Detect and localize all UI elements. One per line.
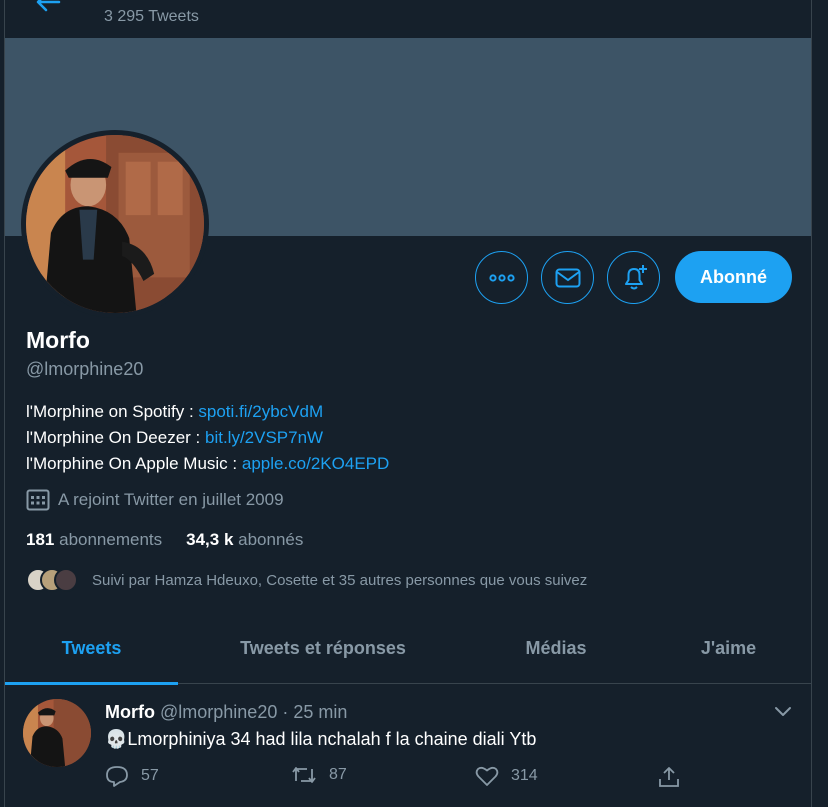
following-button[interactable]: Abonné <box>675 251 792 303</box>
tweet-header: Morfo @lmorphine20 · 25 min <box>105 702 347 723</box>
tweet-avatar[interactable] <box>23 699 91 767</box>
chevron-down-icon[interactable] <box>773 704 793 718</box>
tweet-time[interactable]: 25 min <box>293 702 347 722</box>
bio-link-deezer[interactable]: bit.ly/2VSP7nW <box>205 428 323 447</box>
bio-line: l'Morphine on Spotify : spoti.fi/2ybcVdM <box>26 399 389 425</box>
bio-text: l'Morphine On Deezer : <box>26 428 205 447</box>
profile-column: 3 295 Tweets Abonné Morfo @lmorphine20 l… <box>4 0 812 807</box>
tab-likes[interactable]: J'aime <box>644 612 811 684</box>
bio-line: l'Morphine On Deezer : bit.ly/2VSP7nW <box>26 425 389 451</box>
profile-avatar[interactable] <box>21 130 209 318</box>
avatar <box>54 568 78 592</box>
followers-link[interactable]: 34,3 k abonnés <box>186 530 303 549</box>
message-button[interactable] <box>541 251 594 304</box>
avatar-photo <box>26 135 204 313</box>
tweet-count: 3 295 Tweets <box>104 8 199 25</box>
calendar-icon <box>26 489 50 511</box>
heart-icon <box>475 766 499 786</box>
tab-tweets-and-replies[interactable]: Tweets et réponses <box>178 612 468 684</box>
more-options-button[interactable] <box>475 251 528 304</box>
bio-line: l'Morphine On Apple Music : apple.co/2KO… <box>26 451 389 477</box>
skull-emoji: 💀 <box>105 729 128 749</box>
notifications-button[interactable] <box>607 251 660 304</box>
join-date: A rejoint Twitter en juillet 2009 <box>26 489 284 511</box>
back-arrow-icon[interactable] <box>35 0 61 12</box>
tweet[interactable]: Morfo @lmorphine20 · 25 min 💀 Lmorphiniya… <box>5 685 811 807</box>
profile-handle: @lmorphine20 <box>26 359 144 379</box>
followers-count: 34,3 k <box>186 530 234 549</box>
tweet-body: Lmorphiniya 34 had lila nchalah f la cha… <box>127 729 537 749</box>
following-count: 181 <box>26 530 55 549</box>
profile-name: Morfo <box>26 327 90 353</box>
tweet-author-handle[interactable]: @lmorphine20 <box>160 702 277 722</box>
tweet-text: 💀 Lmorphiniya 34 had lila nchalah f la ch… <box>105 729 536 750</box>
like-count: 314 <box>511 767 538 784</box>
avatar-photo <box>23 699 91 767</box>
followers-you-know[interactable]: Suivi par Hamza Hdeuxo, Cosette et 35 au… <box>26 567 587 593</box>
following-link[interactable]: 181 abonnements <box>26 530 162 549</box>
mutual-avatars <box>26 568 82 592</box>
bell-plus-icon <box>624 264 647 289</box>
followers-you-know-text: Suivi par Hamza Hdeuxo, Cosette et 35 au… <box>92 571 588 589</box>
bio-link-apple-music[interactable]: apple.co/2KO4EPD <box>242 454 389 473</box>
tweet-separator: · <box>282 702 289 722</box>
profile-tabs: Tweets Tweets et réponses Médias J'aime <box>5 612 811 685</box>
tweet-author-name[interactable]: Morfo <box>105 702 155 722</box>
followers-label: abonnés <box>238 530 304 549</box>
join-date-text: A rejoint Twitter en juillet 2009 <box>58 490 284 509</box>
tab-media[interactable]: Médias <box>468 612 644 684</box>
bio-link-spotify[interactable]: spoti.fi/2ybcVdM <box>198 402 323 421</box>
more-icon <box>488 273 515 282</box>
like-button[interactable]: 314 <box>475 765 538 787</box>
reply-icon <box>106 766 128 787</box>
mail-icon <box>555 268 580 287</box>
retweet-count: 87 <box>329 766 347 783</box>
share-icon <box>659 767 679 787</box>
reply-button[interactable]: 57 <box>105 765 159 787</box>
top-bar: 3 295 Tweets <box>5 0 811 38</box>
retweet-button[interactable]: 87 <box>291 765 347 785</box>
tab-tweets[interactable]: Tweets <box>5 612 178 685</box>
follow-stats: 181 abonnements 34,3 k abonnés <box>26 530 303 550</box>
reply-count: 57 <box>141 767 159 784</box>
share-button[interactable] <box>657 765 693 789</box>
tweet-actions: 57 87 314 <box>105 765 705 795</box>
profile-bio: l'Morphine on Spotify : spoti.fi/2ybcVdM… <box>26 399 389 477</box>
following-label: abonnements <box>59 530 163 549</box>
bio-text: l'Morphine On Apple Music : <box>26 454 242 473</box>
bio-text: l'Morphine on Spotify : <box>26 402 199 421</box>
retweet-icon <box>292 767 316 783</box>
